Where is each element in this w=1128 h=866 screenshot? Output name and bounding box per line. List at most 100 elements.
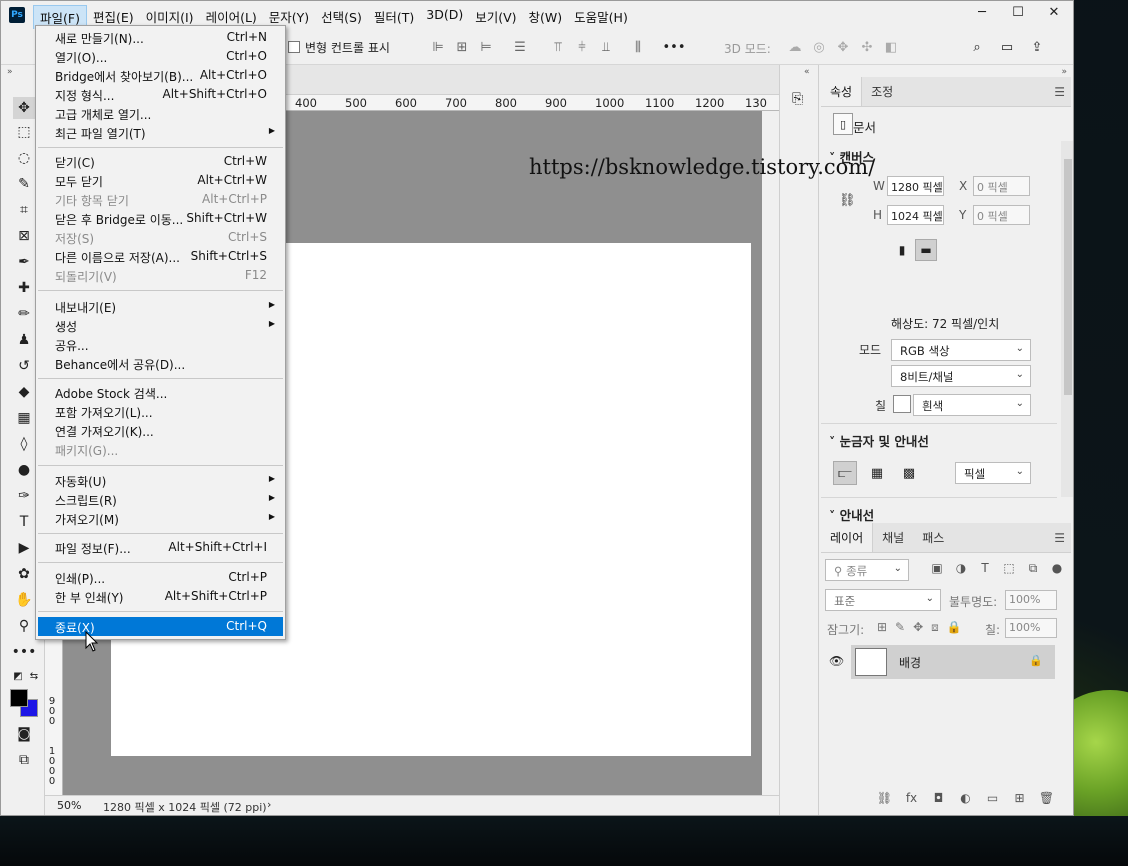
quick-select-tool-icon[interactable]: ✎ (13, 173, 35, 195)
eraser-tool-icon[interactable]: ◆ (13, 381, 35, 403)
share-icon[interactable]: ⇪ (1028, 38, 1046, 56)
file-menu-place-embedded[interactable]: 포함 가져오기(L)... (38, 402, 283, 421)
search-icon[interactable]: ⌕ (968, 38, 986, 56)
eyedropper-tool-icon[interactable]: ✒ (13, 251, 35, 273)
tab-properties[interactable]: 속성 (821, 77, 863, 106)
file-menu-print[interactable]: 인쇄(P)... Ctrl+P (38, 568, 283, 587)
align-top-icon[interactable]: ⫪ (549, 38, 567, 56)
file-menu-browse-bridge[interactable]: Bridge에서 찾아보기(B)... Alt+Ctrl+O (38, 66, 283, 85)
more-options-icon[interactable]: ••• (663, 38, 686, 56)
align-right-icon[interactable]: ⊨ (477, 38, 495, 56)
y-field[interactable]: 0 픽셀 (973, 205, 1030, 225)
file-menu-generate[interactable]: 생성 ▶ (38, 316, 283, 335)
3d-roll-icon[interactable]: ◎ (810, 38, 828, 56)
stamp-tool-icon[interactable]: ♟ (13, 329, 35, 351)
adjustment-layer-icon[interactable]: ◐ (952, 791, 979, 805)
landscape-icon[interactable]: ▬ (915, 239, 937, 261)
new-layer-icon[interactable]: ⊞ (1006, 791, 1033, 805)
bit-depth-select[interactable]: 8비트/채널 ⌄ (891, 365, 1031, 387)
menu-view[interactable]: 보기(V) (469, 5, 522, 30)
file-menu-save-as[interactable]: 다른 이름으로 저장(A)... Shift+Ctrl+S (38, 247, 283, 266)
status-menu-icon[interactable]: › (267, 798, 271, 811)
tools-collapse-icon[interactable]: » (7, 67, 13, 77)
x-field[interactable]: 0 픽셀 (973, 176, 1030, 196)
pixel-grid-icon[interactable]: ▩ (897, 461, 921, 485)
close-button[interactable]: ✕ (1037, 1, 1071, 23)
file-menu-import[interactable]: 가져오기(M) ▶ (38, 509, 283, 528)
3d-slide-icon[interactable]: ✣ (858, 38, 876, 56)
image-filter-icon[interactable]: ▣ (925, 561, 949, 576)
lock-icons[interactable]: ⊞✎✥⧈🔒 (877, 620, 970, 635)
quick-mask-icon[interactable]: ◙ (13, 723, 35, 745)
menu-window[interactable]: 창(W) (523, 5, 569, 30)
move-tool-icon[interactable]: ✥ (13, 97, 35, 119)
workspace-icon[interactable]: ▭ (998, 38, 1016, 56)
file-menu-print-one-copy[interactable]: 한 부 인쇄(Y) Alt+Shift+Ctrl+P (38, 587, 283, 606)
file-menu-open-recent[interactable]: 최근 파일 열기(T) ▶ (38, 123, 283, 142)
file-menu-scripts[interactable]: 스크립트(R) ▶ (38, 490, 283, 509)
blend-mode-select[interactable]: 표준 ⌄ (825, 589, 941, 611)
file-menu-adobe-stock[interactable]: Adobe Stock 검색... (38, 383, 283, 402)
file-menu-exit[interactable]: 종료(X) Ctrl+Q (38, 617, 283, 636)
menu-select[interactable]: 선택(S) (315, 5, 368, 30)
distribute-vertical-icon[interactable]: ⫼ (629, 38, 647, 56)
width-field[interactable]: 1280 픽셀 (887, 176, 944, 196)
transform-controls-checkbox[interactable] (288, 41, 300, 53)
rulers-section-title[interactable]: ˅ 눈금자 및 안내선 (829, 431, 929, 450)
maximize-button[interactable]: ☐ (1001, 1, 1035, 23)
tab-layers[interactable]: 레이어 (821, 523, 874, 552)
filter-toggle-icon[interactable]: ● (1045, 561, 1069, 576)
zoom-level[interactable]: 50% (57, 799, 81, 812)
align-left-icon[interactable]: ⊫ (429, 38, 447, 56)
pen-tool-icon[interactable]: ✑ (13, 485, 35, 507)
file-menu-automate[interactable]: 자동화(U) ▶ (38, 471, 283, 490)
file-menu-file-info[interactable]: 파일 정보(F)... Alt+Shift+Ctrl+I (38, 538, 283, 557)
align-bottom-icon[interactable]: ⫫ (597, 38, 615, 56)
tab-adjustments[interactable]: 조정 (862, 77, 902, 106)
adjustment-filter-icon[interactable]: ◑ (949, 561, 973, 576)
file-menu-share-behance[interactable]: Behance에서 공유(D)... (38, 354, 283, 373)
layers-panel-menu-icon[interactable]: ☰ (1054, 531, 1065, 545)
new-group-icon[interactable]: ▭ (979, 791, 1006, 805)
screen-mode-icon[interactable]: ⧉ (13, 749, 35, 771)
minimize-button[interactable]: ─ (965, 1, 999, 23)
file-menu-close-go-bridge[interactable]: 닫은 후 Bridge로 이동... Shift+Ctrl+W (38, 209, 283, 228)
dock-collapse-icon[interactable]: « (804, 67, 810, 77)
lock-icon[interactable]: 🔒 (1029, 654, 1043, 667)
swap-colors-icon[interactable]: ⇆ (23, 665, 45, 687)
distribute-icon[interactable]: ☰ (511, 38, 529, 56)
right-dock-collapse-icon[interactable]: » (1061, 67, 1067, 77)
frame-tool-icon[interactable]: ⊠ (13, 225, 35, 247)
menu-filter[interactable]: 필터(T) (368, 5, 420, 30)
tab-channels[interactable]: 채널 (873, 523, 913, 552)
file-menu-open-as[interactable]: 지정 형식... Alt+Shift+Ctrl+O (38, 85, 283, 104)
align-center-icon[interactable]: ⊞ (453, 38, 471, 56)
file-menu-open-smart-object[interactable]: 고급 개체로 열기... (38, 104, 283, 123)
fill-color-swatch[interactable] (893, 395, 911, 413)
rulers-icon[interactable]: ⫍ (833, 461, 857, 485)
grid-icon[interactable]: ▦ (865, 461, 889, 485)
smart-object-filter-icon[interactable]: ⧉ (1021, 561, 1045, 576)
file-menu-close-others[interactable]: 기타 항목 닫기 Alt+Ctrl+P (38, 190, 283, 209)
link-dimensions-icon[interactable]: ⛓ (839, 193, 856, 208)
vertical-scrollbar[interactable] (762, 111, 779, 795)
menu-3d[interactable]: 3D(D) (420, 5, 469, 30)
file-menu-new[interactable]: 새로 만들기(N)... Ctrl+N (38, 28, 283, 47)
zoom-tool-icon[interactable]: ⚲ (13, 615, 35, 637)
file-menu-save[interactable]: 저장(S) Ctrl+S (38, 228, 283, 247)
3d-orbit-icon[interactable]: ☁ (786, 38, 804, 56)
gradient-tool-icon[interactable]: ▦ (13, 407, 35, 429)
hand-tool-icon[interactable]: ✋ (13, 589, 35, 611)
crop-tool-icon[interactable]: ⌗ (13, 199, 35, 221)
color-mode-select[interactable]: RGB 색상 ⌄ (891, 339, 1031, 361)
file-menu-revert[interactable]: 되돌리기(V) F12 (38, 266, 283, 285)
link-layers-icon[interactable]: ⛓ (871, 791, 898, 805)
brush-tool-icon[interactable]: ✏ (13, 303, 35, 325)
blur-tool-icon[interactable]: ◊ (13, 433, 35, 455)
history-panel-icon[interactable]: ⎘ (792, 91, 803, 107)
guides-section-title[interactable]: ˅ 안내선 (829, 505, 874, 524)
fill-select[interactable]: 흰색 ⌄ (913, 394, 1031, 416)
lasso-tool-icon[interactable]: ◌ (13, 147, 35, 169)
file-menu-package[interactable]: 패키지(G)... (38, 440, 283, 459)
fill-opacity-field[interactable]: 100% (1005, 618, 1057, 638)
